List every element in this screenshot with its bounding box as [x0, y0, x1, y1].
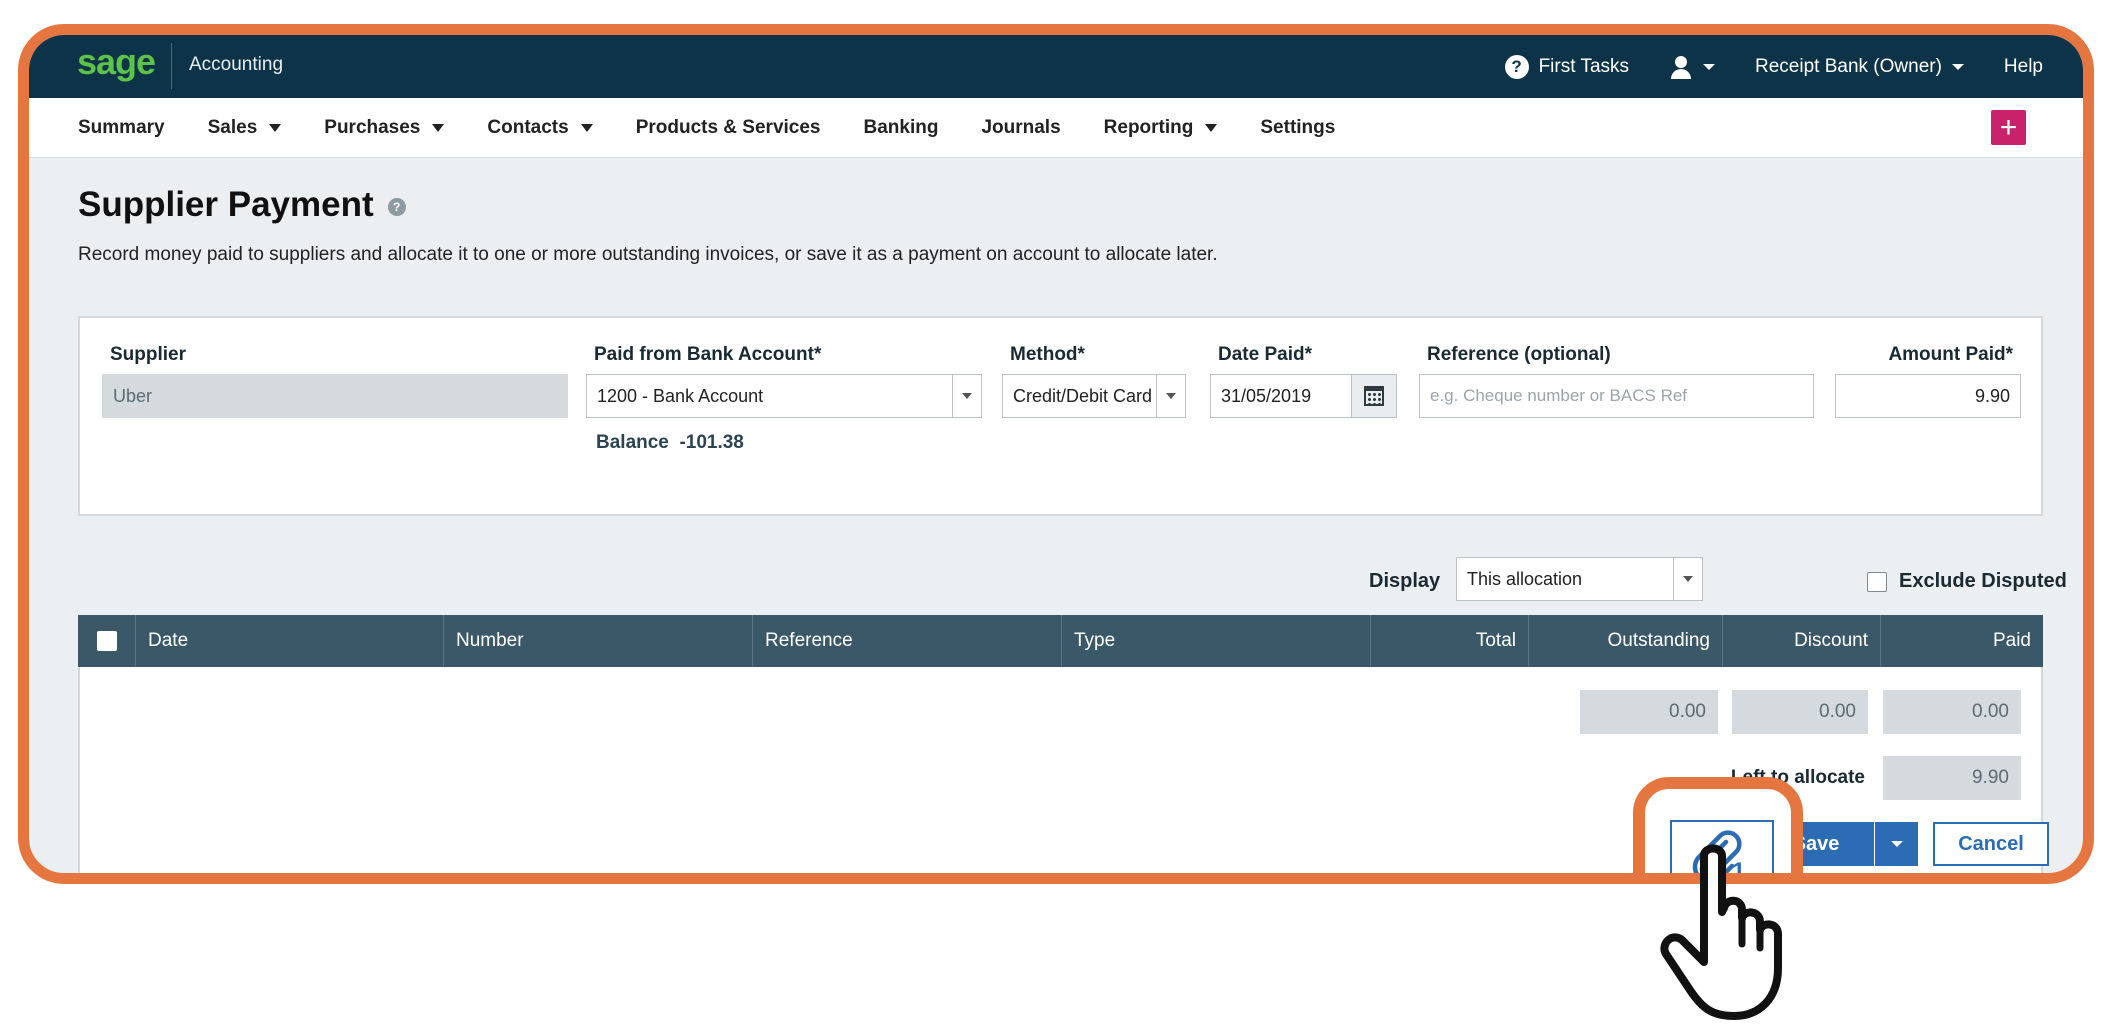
- logo-divider: [171, 43, 172, 89]
- select-all-checkbox[interactable]: [96, 631, 117, 651]
- method-select[interactable]: Credit/Debit Card: [1002, 374, 1186, 418]
- balance-value: -101.38: [679, 432, 744, 453]
- account-menu[interactable]: Receipt Bank (Owner): [1755, 56, 1964, 78]
- dropdown-toggle[interactable]: [1156, 375, 1185, 417]
- top-bar-right: ? First Tasks Receipt Bank (Owner) Help: [1504, 35, 2043, 98]
- caret-down-icon: [432, 123, 445, 132]
- caret-down-icon: [269, 123, 282, 132]
- nav-label: Purchases: [324, 116, 421, 138]
- display-label: Display: [1369, 570, 1441, 592]
- nav-label: Reporting: [1103, 116, 1194, 138]
- chevron-down-icon: [1951, 63, 1964, 70]
- app-name: Accounting: [189, 54, 284, 75]
- chevron-down-icon: [962, 393, 972, 399]
- exclude-disputed-option[interactable]: Exclude Disputed: [1867, 570, 2067, 593]
- bank-account-value: 1200 - Bank Account: [597, 385, 764, 406]
- caret-down-icon: [1205, 123, 1218, 132]
- left-to-allocate-value: 9.90: [1883, 756, 2021, 800]
- column-header-type[interactable]: Type: [1062, 615, 1371, 667]
- date-picker-button[interactable]: [1351, 375, 1396, 417]
- first-tasks-link[interactable]: ? First Tasks: [1504, 54, 1630, 79]
- top-bar: sage Accounting ? First Tasks Receipt Ba…: [29, 35, 2083, 98]
- column-header-discount[interactable]: Discount: [1723, 615, 1881, 667]
- exclude-disputed-checkbox[interactable]: [1867, 571, 1887, 592]
- bank-account-label: Paid from Bank Account*: [594, 344, 822, 365]
- paid-total: 0.00: [1883, 690, 2021, 734]
- column-header-reference[interactable]: Reference: [753, 615, 1062, 667]
- dropdown-toggle[interactable]: [952, 375, 981, 417]
- display-select[interactable]: This allocation: [1456, 557, 1703, 601]
- sage-logo[interactable]: sage: [77, 41, 156, 83]
- date-paid-value: 31/05/2019: [1221, 385, 1312, 406]
- column-header-paid[interactable]: Paid: [1881, 615, 2043, 667]
- nav-label: Sales: [207, 116, 258, 138]
- date-paid-field[interactable]: 31/05/2019: [1210, 374, 1397, 418]
- chevron-down-icon: [1703, 63, 1716, 70]
- nav-label: Contacts: [487, 116, 569, 138]
- nav-label: Journals: [981, 116, 1061, 138]
- page-title: Supplier Payment ?: [78, 185, 406, 225]
- balance-label: Balance: [596, 432, 669, 453]
- allocation-table-header: Date Number Reference Type Total Outstan…: [78, 615, 2043, 667]
- outstanding-total: 0.00: [1580, 690, 1718, 734]
- caret-down-icon: [580, 123, 593, 132]
- payment-details-panel: Supplier Uber Paid from Bank Account* 12…: [78, 316, 2043, 516]
- nav-label: Banking: [863, 116, 939, 138]
- chevron-down-icon: [1683, 576, 1693, 582]
- select-all-cell: [78, 615, 136, 667]
- page-title-text: Supplier Payment: [78, 185, 374, 224]
- supplier-field: Uber: [102, 374, 568, 418]
- nav-item-journals[interactable]: Journals: [981, 117, 1060, 139]
- bank-account-select[interactable]: 1200 - Bank Account: [586, 374, 982, 418]
- user-icon: [1669, 55, 1693, 79]
- save-options-button[interactable]: [1875, 822, 1918, 866]
- reference-label: Reference (optional): [1427, 344, 1611, 365]
- app-window: sage Accounting ? First Tasks Receipt Ba…: [18, 24, 2094, 884]
- main-nav: Summary Sales Purchases Contacts Product…: [29, 98, 2083, 158]
- first-tasks-label: First Tasks: [1538, 55, 1630, 77]
- hand-cursor-icon: [1660, 844, 1782, 1020]
- column-header-date[interactable]: Date: [136, 615, 444, 667]
- column-header-total[interactable]: Total: [1371, 615, 1529, 667]
- nav-item-banking[interactable]: Banking: [864, 117, 939, 139]
- nav-item-purchases[interactable]: Purchases: [324, 116, 445, 139]
- display-value: This allocation: [1467, 568, 1583, 589]
- help-link[interactable]: Help: [2004, 56, 2043, 78]
- supplier-label: Supplier: [110, 344, 187, 365]
- cancel-button[interactable]: Cancel: [1933, 822, 2049, 866]
- method-value: Credit/Debit Card: [1013, 385, 1153, 406]
- bank-balance: Balance -101.38: [596, 432, 744, 454]
- exclude-disputed-label: Exclude Disputed: [1899, 570, 2067, 592]
- date-paid-label: Date Paid*: [1218, 344, 1312, 365]
- nav-label: Summary: [78, 116, 165, 138]
- nav-items: Summary Sales Purchases Contacts Product…: [78, 98, 1335, 157]
- quick-create-button[interactable]: +: [1991, 110, 2026, 145]
- page-description: Record money paid to suppliers and alloc…: [78, 244, 1218, 265]
- chevron-down-icon: [1166, 393, 1176, 399]
- account-label: Receipt Bank (Owner): [1755, 55, 1942, 77]
- nav-item-summary[interactable]: Summary: [78, 117, 165, 139]
- method-label: Method*: [1010, 344, 1085, 365]
- reference-input[interactable]: e.g. Cheque number or BACS Ref: [1419, 374, 1814, 418]
- amount-paid-label: Amount Paid*: [1888, 344, 2013, 365]
- dropdown-toggle[interactable]: [1673, 558, 1702, 600]
- help-icon[interactable]: ?: [387, 198, 406, 216]
- chevron-down-icon: [1890, 841, 1903, 847]
- discount-total: 0.00: [1732, 690, 1868, 734]
- nav-item-reporting[interactable]: Reporting: [1104, 117, 1218, 139]
- amount-paid-input[interactable]: 9.90: [1835, 374, 2021, 418]
- calendar-icon: [1364, 386, 1384, 406]
- user-menu[interactable]: [1669, 55, 1716, 79]
- column-header-outstanding[interactable]: Outstanding: [1529, 615, 1723, 667]
- nav-item-contacts[interactable]: Contacts: [487, 116, 593, 139]
- column-header-number[interactable]: Number: [444, 615, 753, 667]
- question-icon: ?: [1504, 54, 1529, 79]
- nav-item-sales[interactable]: Sales: [208, 117, 282, 139]
- nav-label: Products & Services: [635, 116, 821, 138]
- nav-item-products-services[interactable]: Products & Services: [636, 117, 821, 139]
- nav-item-settings[interactable]: Settings: [1260, 117, 1335, 139]
- nav-label: Settings: [1260, 116, 1336, 138]
